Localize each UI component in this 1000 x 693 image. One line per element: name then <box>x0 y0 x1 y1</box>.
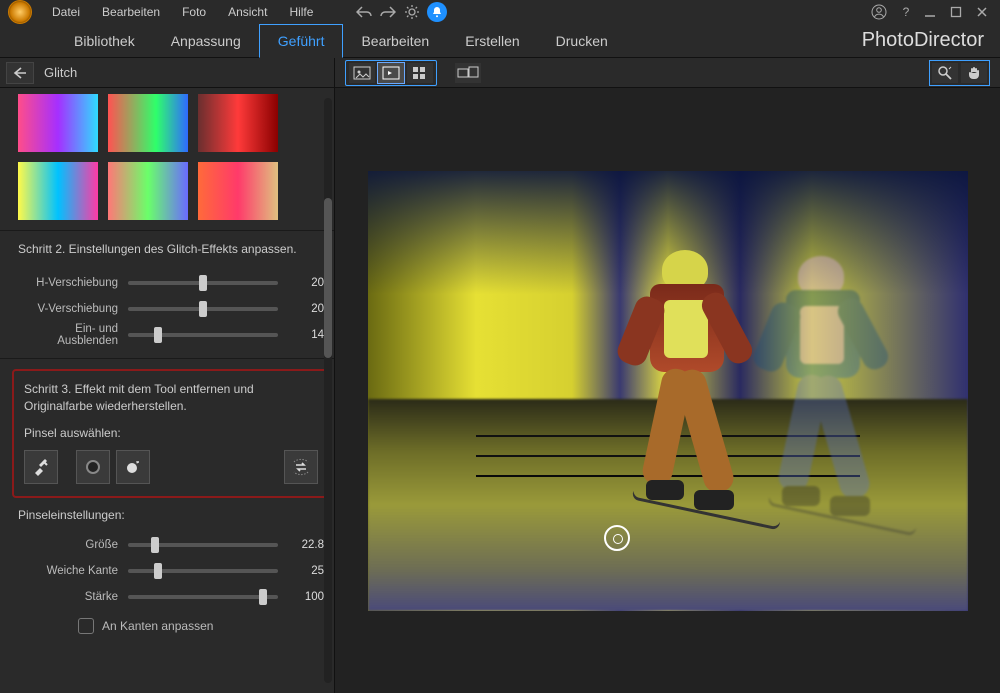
swap-tool-button[interactable] <box>284 450 318 484</box>
slider-v-verschiebung: V-Verschiebung 20 <box>18 296 324 322</box>
slider-thumb[interactable] <box>154 563 162 579</box>
menu-foto[interactable]: Foto <box>172 3 216 21</box>
slider-value: 22.8 <box>288 539 324 551</box>
preset-thumbnails <box>18 94 324 220</box>
preset-thumb[interactable] <box>108 162 188 220</box>
menu-bearbeiten[interactable]: Bearbeiten <box>92 3 170 21</box>
hand-icon[interactable] <box>961 63 987 83</box>
viewer-toolbar <box>335 58 1000 88</box>
brush-select-label: Pinsel auswählen: <box>24 426 318 440</box>
app-logo-icon <box>8 0 32 24</box>
brush-settings-heading: Pinseleinstellungen: <box>18 508 324 522</box>
slider-track[interactable] <box>128 281 278 285</box>
app-brand: PhotoDirector <box>846 24 1000 57</box>
step3-heading: Schritt 3. Effekt mit dem Tool entfernen… <box>24 381 304 415</box>
view-mode-group <box>345 60 437 86</box>
menu-ansicht[interactable]: Ansicht <box>218 3 277 21</box>
panel-scrollbar-thumb[interactable] <box>324 198 332 358</box>
view-compare-icon[interactable] <box>378 63 404 83</box>
gear-icon[interactable] <box>403 3 421 21</box>
slider-value: 25 <box>288 565 324 577</box>
preset-thumb[interactable] <box>198 162 278 220</box>
edited-photo <box>368 171 968 611</box>
slider-thumb[interactable] <box>199 301 207 317</box>
slider-thumb[interactable] <box>154 327 162 343</box>
slider-fade: Ein- und Ausblenden 14 <box>18 322 324 348</box>
slider-size: Größe 22.8 <box>18 532 324 558</box>
tab-drucken[interactable]: Drucken <box>538 24 626 57</box>
minimize-button[interactable] <box>924 6 940 18</box>
back-button[interactable] <box>6 62 34 84</box>
slider-track[interactable] <box>128 595 278 599</box>
maximize-button[interactable] <box>950 6 966 18</box>
effect-title: Glitch <box>44 65 77 80</box>
circle-brush-button[interactable] <box>76 450 110 484</box>
preset-thumb[interactable] <box>18 162 98 220</box>
user-icon[interactable] <box>870 3 888 21</box>
undo-icon[interactable] <box>355 3 373 21</box>
restore-tool-button[interactable] <box>24 450 58 484</box>
edge-aware-checkbox[interactable] <box>78 618 94 634</box>
view-grid-icon[interactable] <box>407 63 433 83</box>
slider-label: H-Verschiebung <box>18 277 118 289</box>
slider-h-verschiebung: H-Verschiebung 20 <box>18 270 324 296</box>
slider-value: 14 <box>288 329 324 341</box>
preset-thumb[interactable] <box>18 94 98 152</box>
close-button[interactable] <box>976 6 992 18</box>
step2-heading: Schritt 2. Einstellungen des Glitch-Effe… <box>18 241 298 258</box>
help-button[interactable]: ? <box>898 5 914 19</box>
slider-track[interactable] <box>128 307 278 311</box>
tab-bearbeiten[interactable]: Bearbeiten <box>343 24 447 57</box>
step3-highlight-box: Schritt 3. Effekt mit dem Tool entfernen… <box>12 369 330 499</box>
tab-gefuehrt[interactable]: Geführt <box>259 24 344 58</box>
dual-monitor-icon[interactable] <box>455 63 481 83</box>
slider-value: 100 <box>288 591 324 603</box>
slider-strength: Stärke 100 <box>18 584 324 610</box>
tab-anpassung[interactable]: Anpassung <box>153 24 259 57</box>
slider-thumb[interactable] <box>259 589 267 605</box>
brush-cursor-icon <box>604 525 630 551</box>
slider-label: Weiche Kante <box>18 565 118 577</box>
title-bar: Datei Bearbeiten Foto Ansicht Hilfe ? <box>0 0 1000 24</box>
edge-aware-label: An Kanten anpassen <box>102 619 213 633</box>
slider-track[interactable] <box>128 569 278 573</box>
view-single-icon[interactable] <box>349 63 375 83</box>
notification-icon[interactable] <box>427 2 447 22</box>
tab-erstellen[interactable]: Erstellen <box>447 24 537 57</box>
viewer-pane <box>335 58 1000 693</box>
slider-thumb[interactable] <box>199 275 207 291</box>
edge-aware-row[interactable]: An Kanten anpassen <box>78 618 324 634</box>
slider-label: Ein- und Ausblenden <box>18 323 118 347</box>
slider-track[interactable] <box>128 333 278 337</box>
panel-scrollbar-track[interactable] <box>324 98 332 683</box>
smart-brush-button[interactable] <box>116 450 150 484</box>
slider-label: Stärke <box>18 591 118 603</box>
slider-feather: Weiche Kante 25 <box>18 558 324 584</box>
slider-value: 20 <box>288 277 324 289</box>
slider-value: 20 <box>288 303 324 315</box>
redo-icon[interactable] <box>379 3 397 21</box>
image-canvas[interactable] <box>335 88 1000 693</box>
preset-thumb[interactable] <box>108 94 188 152</box>
module-tabbar: Bibliothek Anpassung Geführt Bearbeiten … <box>0 24 1000 58</box>
slider-label: V-Verschiebung <box>18 303 118 315</box>
slider-track[interactable] <box>128 543 278 547</box>
menu-datei[interactable]: Datei <box>42 3 90 21</box>
zoom-icon[interactable] <box>932 63 958 83</box>
slider-thumb[interactable] <box>151 537 159 553</box>
preset-thumb[interactable] <box>198 94 278 152</box>
tab-bibliothek[interactable]: Bibliothek <box>56 24 153 57</box>
menu-hilfe[interactable]: Hilfe <box>279 3 323 21</box>
slider-label: Größe <box>18 539 118 551</box>
left-panel: Glitch Schritt 2. Einstellungen des Glit… <box>0 58 335 693</box>
